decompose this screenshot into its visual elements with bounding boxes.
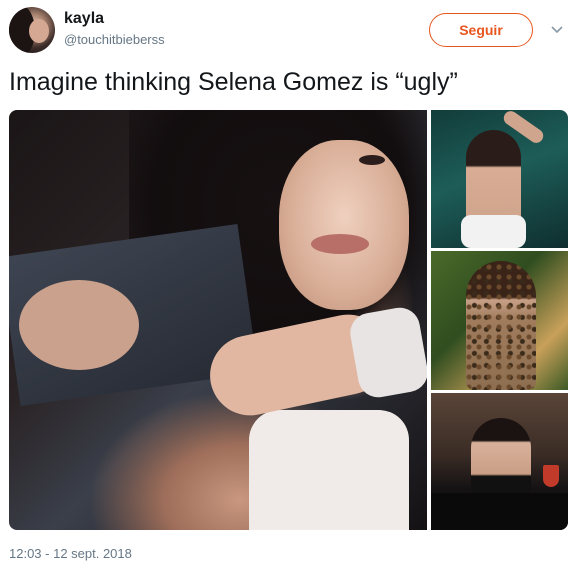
photo-figure: [466, 261, 536, 390]
photo-main[interactable]: [9, 110, 427, 530]
photo-lips: [311, 234, 369, 254]
photo-sleeve: [347, 304, 427, 401]
chevron-down-icon[interactable]: [550, 22, 564, 36]
photo-face: [279, 140, 409, 310]
avatar[interactable]: [9, 7, 55, 53]
photo-pool[interactable]: [431, 110, 568, 248]
photo-knee: [19, 280, 139, 370]
follow-button[interactable]: Seguir: [429, 13, 533, 47]
tweet-header: kayla @touchitbieberss Seguir: [0, 0, 576, 62]
user-handle[interactable]: @touchitbieberss: [64, 32, 165, 47]
photo-black-dress[interactable]: [431, 393, 568, 530]
media-grid: [9, 110, 568, 530]
photo-eye: [359, 155, 385, 165]
photo-cloth: [461, 215, 526, 248]
user-name[interactable]: kayla: [64, 10, 104, 28]
photo-sofa: [431, 493, 568, 530]
photo-glass: [543, 465, 559, 487]
tweet-timestamp[interactable]: 12:03 - 12 sept. 2018: [9, 546, 132, 561]
photo-leopard-dress[interactable]: [431, 251, 568, 390]
avatar-face: [29, 19, 49, 43]
tweet-text: Imagine thinking Selena Gomez is “ugly”: [9, 68, 458, 96]
photo-tank-top: [249, 410, 409, 530]
